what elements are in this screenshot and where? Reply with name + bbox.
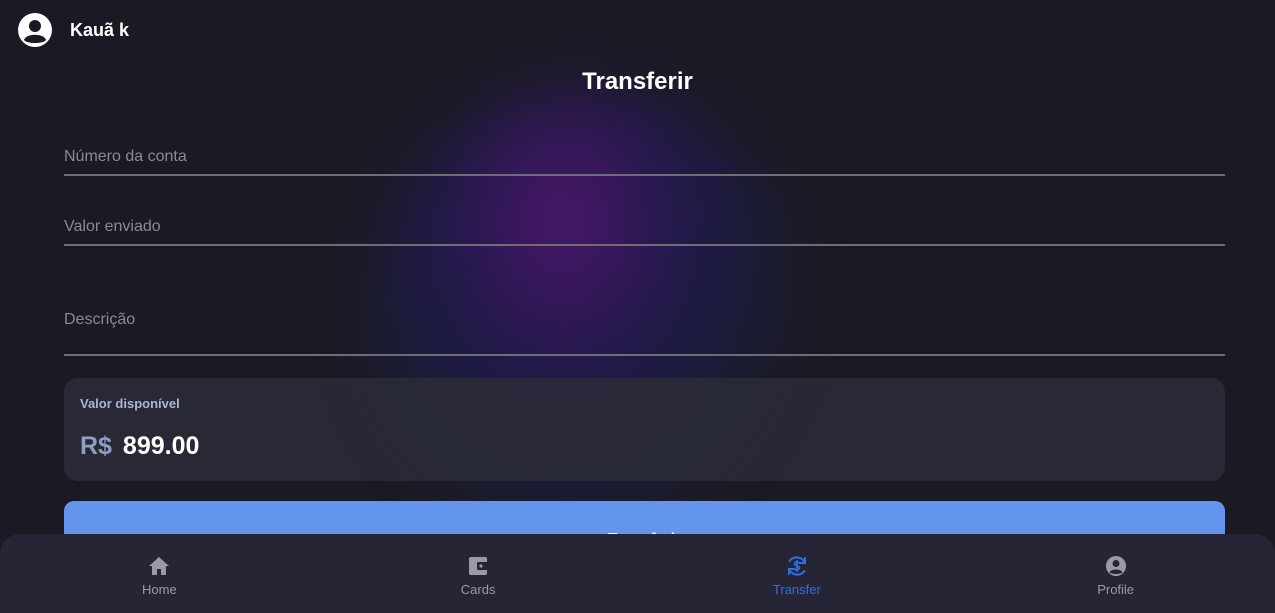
balance-label: Valor disponível — [80, 396, 180, 411]
page-title: Transferir — [582, 68, 693, 95]
nav-item-cards[interactable]: Cards — [319, 534, 638, 613]
balance-card: Valor disponível R$ 899.00 — [64, 378, 1225, 481]
nav-item-transfer[interactable]: Transfer — [638, 534, 957, 613]
user-avatar-icon[interactable] — [18, 13, 52, 47]
nav-label-profile: Profile — [1097, 582, 1135, 597]
nav-item-home[interactable]: Home — [0, 534, 319, 613]
description-field — [64, 300, 1225, 356]
nav-label-transfer: Transfer — [772, 582, 821, 597]
bottom-nav: Home Cards Transfer Profile — [0, 534, 1275, 613]
user-name: Kauã k — [70, 19, 130, 40]
transfer-icon — [787, 556, 806, 576]
amount-input[interactable] — [64, 210, 1225, 244]
nav-item-profile[interactable]: Profile — [956, 534, 1275, 613]
description-input[interactable] — [64, 300, 1225, 354]
balance-value: R$ 899.00 — [80, 432, 199, 461]
nav-label-cards: Cards — [460, 582, 496, 597]
balance-currency: R$ — [80, 432, 112, 460]
wallet-icon — [469, 557, 489, 575]
account-number-field — [64, 140, 1225, 176]
balance-amount: 899.00 — [122, 432, 200, 460]
account-number-input[interactable] — [64, 140, 1225, 174]
home-icon — [149, 557, 170, 575]
nav-label-home: Home — [142, 582, 177, 597]
profile-icon — [1105, 556, 1126, 576]
amount-field — [64, 210, 1225, 246]
header: Kauã k — [18, 13, 129, 47]
